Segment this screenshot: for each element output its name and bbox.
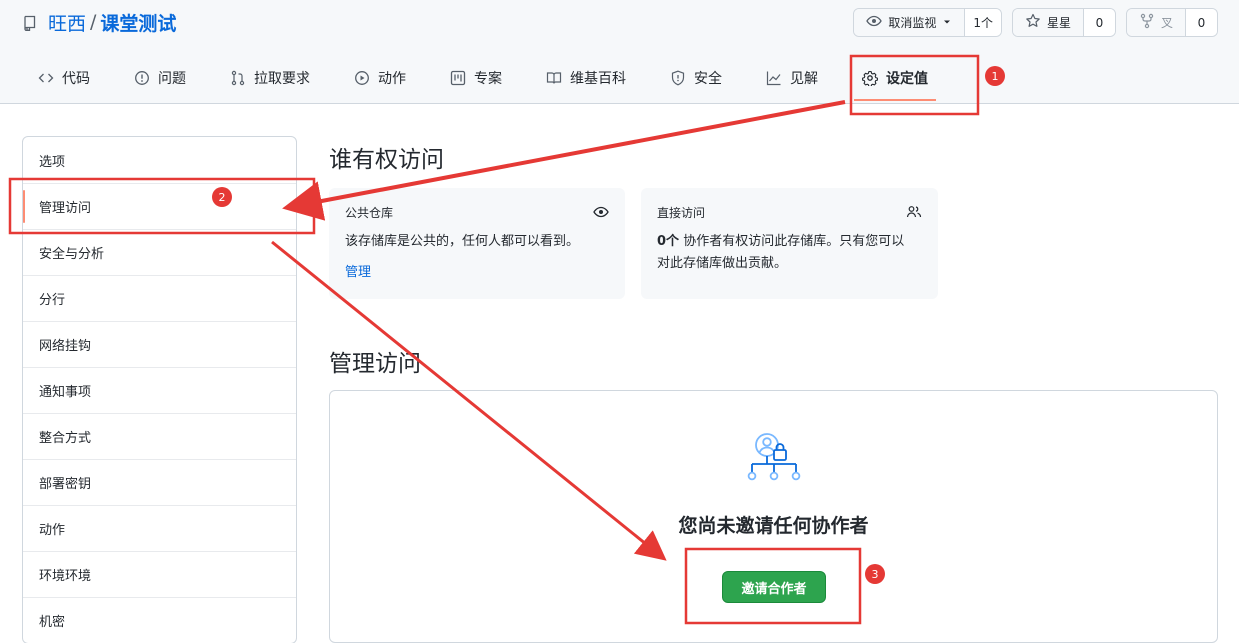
step-badge-3: 3	[865, 564, 885, 584]
repo-header: 旺西 / 课堂测试 取消监视 1个 星星 0 叉 0 代码 问题 拉取要求 动作…	[0, 0, 1239, 104]
tab-security[interactable]: 安全	[654, 58, 738, 98]
sidebar-item-options[interactable]: 选项	[23, 137, 296, 183]
repo-nav-tabs: 代码 问题 拉取要求 动作 专案 维基百科 安全 见解 设定值	[22, 58, 956, 102]
tab-code-label: 代码	[62, 71, 90, 87]
chevron-down-icon	[942, 16, 952, 30]
fork-label: 叉	[1160, 16, 1173, 30]
collaborators-empty-state: 您尚未邀请任何协作者 邀请合作者	[329, 390, 1218, 643]
sidebar-item-integrations[interactable]: 整合方式	[23, 413, 296, 459]
fork-icon	[1139, 13, 1155, 32]
sidebar-item-webhooks[interactable]: 网络挂钩	[23, 321, 296, 367]
direct-access-card: 直接访问 0个 协作者有权访问此存储库。只有您可以 对此存储库做出贡献。	[641, 188, 938, 299]
collaborator-count: 0个	[657, 234, 680, 249]
unwatch-label: 取消监视	[888, 16, 937, 30]
star-label: 星星	[1046, 16, 1071, 30]
who-has-access-title: 谁有权访问	[329, 147, 444, 173]
code-icon	[38, 70, 54, 86]
tab-pull-requests[interactable]: 拉取要求	[214, 58, 326, 98]
tab-security-label: 安全	[694, 71, 722, 87]
sidebar-item-deploy-keys[interactable]: 部署密钥	[23, 459, 296, 505]
fork-button-group: 叉 0	[1125, 8, 1218, 37]
tab-pull-requests-label: 拉取要求	[254, 71, 310, 87]
eye-icon	[866, 13, 883, 32]
settings-sidebar: 选项 管理访问 安全与分析 分行 网络挂钩 通知事项 整合方式 部署密钥 动作 …	[22, 136, 297, 643]
people-icon	[906, 204, 922, 220]
repo-icon	[22, 14, 38, 33]
manage-access-title: 管理访问	[329, 351, 421, 377]
sidebar-item-branches[interactable]: 分行	[23, 275, 296, 321]
sidebar-item-secrets[interactable]: 机密	[23, 597, 296, 643]
direct-access-desc-rest: 协作者有权访问此存储库。只有您可以	[683, 234, 905, 249]
play-icon	[354, 70, 370, 86]
watch-button-group: 取消监视 1个	[853, 8, 1002, 37]
tab-wiki-label: 维基百科	[570, 71, 626, 87]
star-button[interactable]: 星星	[1012, 9, 1083, 36]
sidebar-item-notifications[interactable]: 通知事项	[23, 367, 296, 413]
graph-icon	[766, 70, 782, 86]
manage-visibility-link[interactable]: 管理	[345, 261, 609, 280]
tab-insights[interactable]: 见解	[750, 58, 834, 98]
tab-settings-label: 设定值	[886, 71, 928, 87]
star-icon	[1025, 13, 1041, 32]
sidebar-item-security-analysis[interactable]: 安全与分析	[23, 229, 296, 275]
star-button-group: 星星 0	[1011, 8, 1116, 37]
repo-name-link[interactable]: 课堂测试	[100, 9, 176, 36]
project-icon	[450, 70, 466, 86]
star-count[interactable]: 0	[1082, 9, 1115, 36]
sidebar-item-manage-access[interactable]: 管理访问	[23, 183, 296, 229]
sidebar-item-environments[interactable]: 环境环境	[23, 551, 296, 597]
collaborator-lock-icon	[745, 431, 803, 487]
tab-projects[interactable]: 专案	[434, 58, 518, 98]
gear-icon	[862, 70, 878, 87]
eye-icon	[593, 204, 609, 220]
book-icon	[546, 70, 562, 86]
direct-access-label: 直接访问	[657, 206, 706, 220]
tab-settings[interactable]: 设定值	[846, 58, 944, 101]
shield-icon	[670, 70, 686, 86]
public-repo-label: 公共仓库	[345, 206, 394, 220]
unwatch-button[interactable]: 取消监视	[854, 9, 965, 36]
tab-wiki[interactable]: 维基百科	[530, 58, 642, 98]
fork-button[interactable]: 叉	[1126, 9, 1185, 36]
tab-actions[interactable]: 动作	[338, 58, 422, 98]
repo-separator: /	[90, 11, 97, 33]
public-repo-description: 该存储库是公共的，任何人都可以看到。	[345, 234, 580, 249]
direct-access-description: 0个 协作者有权访问此存储库。只有您可以 对此存储库做出贡献。	[657, 231, 922, 275]
repo-title: 旺西 / 课堂测试	[22, 9, 176, 36]
tab-issues[interactable]: 问题	[118, 58, 202, 98]
direct-access-desc-line2: 对此存储库做出贡献。	[657, 256, 788, 271]
watch-count[interactable]: 1个	[964, 9, 1001, 36]
no-collaborators-message: 您尚未邀请任何协作者	[678, 515, 869, 537]
tab-code[interactable]: 代码	[22, 58, 106, 98]
public-repo-card: 公共仓库 该存储库是公共的，任何人都可以看到。 管理	[329, 188, 625, 299]
sidebar-item-actions[interactable]: 动作	[23, 505, 296, 551]
step-badge-1: 1	[985, 66, 1005, 86]
repo-action-buttons: 取消监视 1个 星星 0 叉 0	[853, 8, 1218, 37]
issue-icon	[134, 70, 150, 86]
tab-projects-label: 专案	[474, 71, 502, 87]
pull-request-icon	[230, 70, 246, 86]
tab-insights-label: 见解	[790, 71, 818, 87]
step-badge-2: 2	[212, 187, 232, 207]
tab-actions-label: 动作	[378, 71, 406, 87]
tab-issues-label: 问题	[158, 71, 186, 87]
repo-owner-link[interactable]: 旺西	[48, 9, 86, 36]
fork-count[interactable]: 0	[1185, 9, 1217, 36]
invite-collaborator-button[interactable]: 邀请合作者	[722, 571, 826, 603]
